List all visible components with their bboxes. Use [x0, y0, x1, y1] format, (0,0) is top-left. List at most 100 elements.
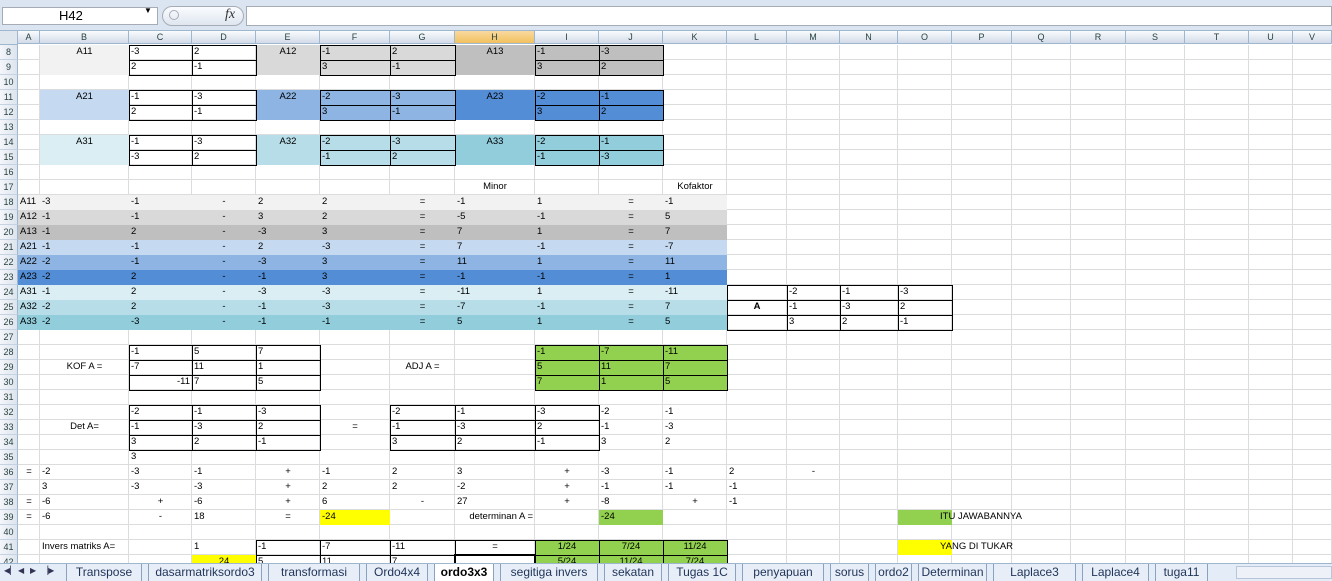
cell-B8[interactable]: A11 — [40, 45, 129, 59]
row-header[interactable]: 12 — [0, 105, 18, 120]
column-header-V[interactable]: V — [1293, 31, 1332, 44]
cell-B26[interactable]: -2 — [40, 315, 129, 329]
horizontal-scrollbar[interactable] — [1236, 566, 1332, 579]
cell-G23[interactable]: = — [390, 270, 455, 284]
cell-H8[interactable]: A13 — [455, 45, 535, 59]
cell-G14[interactable]: -3 — [390, 135, 455, 149]
sheet-tab[interactable]: dasarmatriksordo3 — [148, 564, 262, 581]
column-header-R[interactable]: R — [1071, 31, 1126, 44]
cell-B19[interactable]: -1 — [40, 210, 129, 224]
cell-J42[interactable]: 11/24 — [599, 555, 663, 563]
cell-I22[interactable]: 1 — [535, 255, 599, 269]
cell-A24[interactable]: A31 — [18, 285, 40, 299]
sheet-tab[interactable]: Laplace3 — [993, 564, 1076, 581]
cell-G11[interactable]: -3 — [390, 90, 455, 104]
row-header[interactable]: 21 — [0, 240, 18, 255]
cell-I20[interactable]: 1 — [535, 225, 599, 239]
row-header[interactable]: 16 — [0, 165, 18, 180]
sheet-tab[interactable]: sekatan — [604, 564, 662, 581]
cell-E21[interactable]: 2 — [256, 240, 320, 254]
cell-E37[interactable]: + — [256, 480, 320, 494]
cell-K22[interactable]: 11 — [663, 255, 727, 269]
row-header[interactable]: 19 — [0, 210, 18, 225]
cell-E11[interactable]: A22 — [256, 90, 320, 104]
cell-C22[interactable]: -1 — [129, 255, 192, 269]
cell-G41[interactable]: -11 — [390, 540, 455, 554]
cell-J41[interactable]: 7/24 — [599, 540, 663, 554]
column-header-C[interactable]: C — [129, 31, 192, 44]
cell-C14[interactable]: -1 — [129, 135, 192, 149]
cell-C28[interactable]: -1 — [129, 345, 192, 359]
insert-function-button[interactable]: fx — [162, 6, 244, 26]
cell-K20[interactable]: 7 — [663, 225, 727, 239]
column-header-O[interactable]: O — [898, 31, 952, 44]
cell-C29[interactable]: -7 — [129, 360, 192, 374]
cell-O25[interactable]: 2 — [898, 300, 952, 314]
row-header[interactable]: 33 — [0, 420, 18, 435]
row-header[interactable]: 31 — [0, 390, 18, 405]
column-header-F[interactable]: F — [320, 31, 390, 44]
cell-I15[interactable]: -1 — [535, 150, 599, 164]
row-header[interactable]: 28 — [0, 345, 18, 360]
sheet-tab[interactable]: penyapuan — [742, 564, 824, 581]
cell-G33[interactable]: -1 — [390, 420, 455, 434]
cell-G22[interactable]: = — [390, 255, 455, 269]
cell-A25[interactable]: A32 — [18, 300, 40, 314]
cell-F39[interactable]: -24 — [320, 510, 390, 524]
row-header[interactable]: 14 — [0, 135, 18, 150]
cell-J26[interactable]: = — [599, 315, 663, 329]
column-header-H[interactable]: H — [455, 31, 535, 44]
cell-K17[interactable]: Kofaktor — [663, 180, 727, 194]
cell-J29[interactable]: 11 — [599, 360, 663, 374]
cell-G20[interactable]: = — [390, 225, 455, 239]
cell-G32[interactable]: -2 — [390, 405, 455, 419]
cell-C38[interactable]: + — [129, 495, 192, 509]
cell-L25[interactable]: A — [727, 300, 787, 314]
column-header-P[interactable]: P — [952, 31, 1012, 44]
cell-J37[interactable]: -1 — [599, 480, 663, 494]
cell-I37[interactable]: + — [535, 480, 599, 494]
cell-I36[interactable]: + — [535, 465, 599, 479]
cell-C11[interactable]: -1 — [129, 90, 192, 104]
cell-H39[interactable]: determinan A = — [395, 510, 535, 524]
name-box-dropdown-icon[interactable]: ▼ — [144, 6, 152, 15]
column-header-I[interactable]: I — [535, 31, 599, 44]
row-header[interactable]: 27 — [0, 330, 18, 345]
cell-J9[interactable]: 2 — [599, 60, 663, 74]
cell-B18[interactable]: -3 — [40, 195, 129, 209]
cell-H41[interactable]: = — [455, 540, 535, 554]
cell-K32[interactable]: -1 — [663, 405, 727, 419]
cell-D24[interactable]: - — [192, 285, 256, 299]
row-header[interactable]: 36 — [0, 465, 18, 480]
cell-I30[interactable]: 7 — [535, 375, 599, 389]
row-header[interactable]: 26 — [0, 315, 18, 330]
formula-input[interactable] — [246, 6, 1332, 26]
cell-D8[interactable]: 2 — [192, 45, 256, 59]
cell-G38[interactable]: - — [390, 495, 455, 509]
cell-D36[interactable]: -1 — [192, 465, 256, 479]
cell-H36[interactable]: 3 — [455, 465, 535, 479]
cell-I14[interactable]: -2 — [535, 135, 599, 149]
cell-F15[interactable]: -1 — [320, 150, 390, 164]
cell-J19[interactable]: = — [599, 210, 663, 224]
cell-E25[interactable]: -1 — [256, 300, 320, 314]
cell-F41[interactable]: -7 — [320, 540, 390, 554]
cell-D21[interactable]: - — [192, 240, 256, 254]
row-header[interactable]: 11 — [0, 90, 18, 105]
cell-E14[interactable]: A32 — [256, 135, 320, 149]
cell-A26[interactable]: A33 — [18, 315, 40, 329]
cell-N24[interactable]: -1 — [840, 285, 898, 299]
cell-F11[interactable]: -2 — [320, 90, 390, 104]
cell-I19[interactable]: -1 — [535, 210, 599, 224]
cell-H32[interactable]: -1 — [455, 405, 535, 419]
cell-C9[interactable]: 2 — [129, 60, 192, 74]
cell-D12[interactable]: -1 — [192, 105, 256, 119]
cell-H38[interactable]: 27 — [455, 495, 535, 509]
sheet-tab[interactable]: Transpose — [66, 564, 142, 581]
cell-H20[interactable]: 7 — [455, 225, 535, 239]
cell-A18[interactable]: A11 — [18, 195, 40, 209]
cell-F33[interactable]: = — [320, 420, 390, 434]
cell-G8[interactable]: 2 — [390, 45, 455, 59]
cell-D20[interactable]: - — [192, 225, 256, 239]
cell-K33[interactable]: -3 — [663, 420, 727, 434]
